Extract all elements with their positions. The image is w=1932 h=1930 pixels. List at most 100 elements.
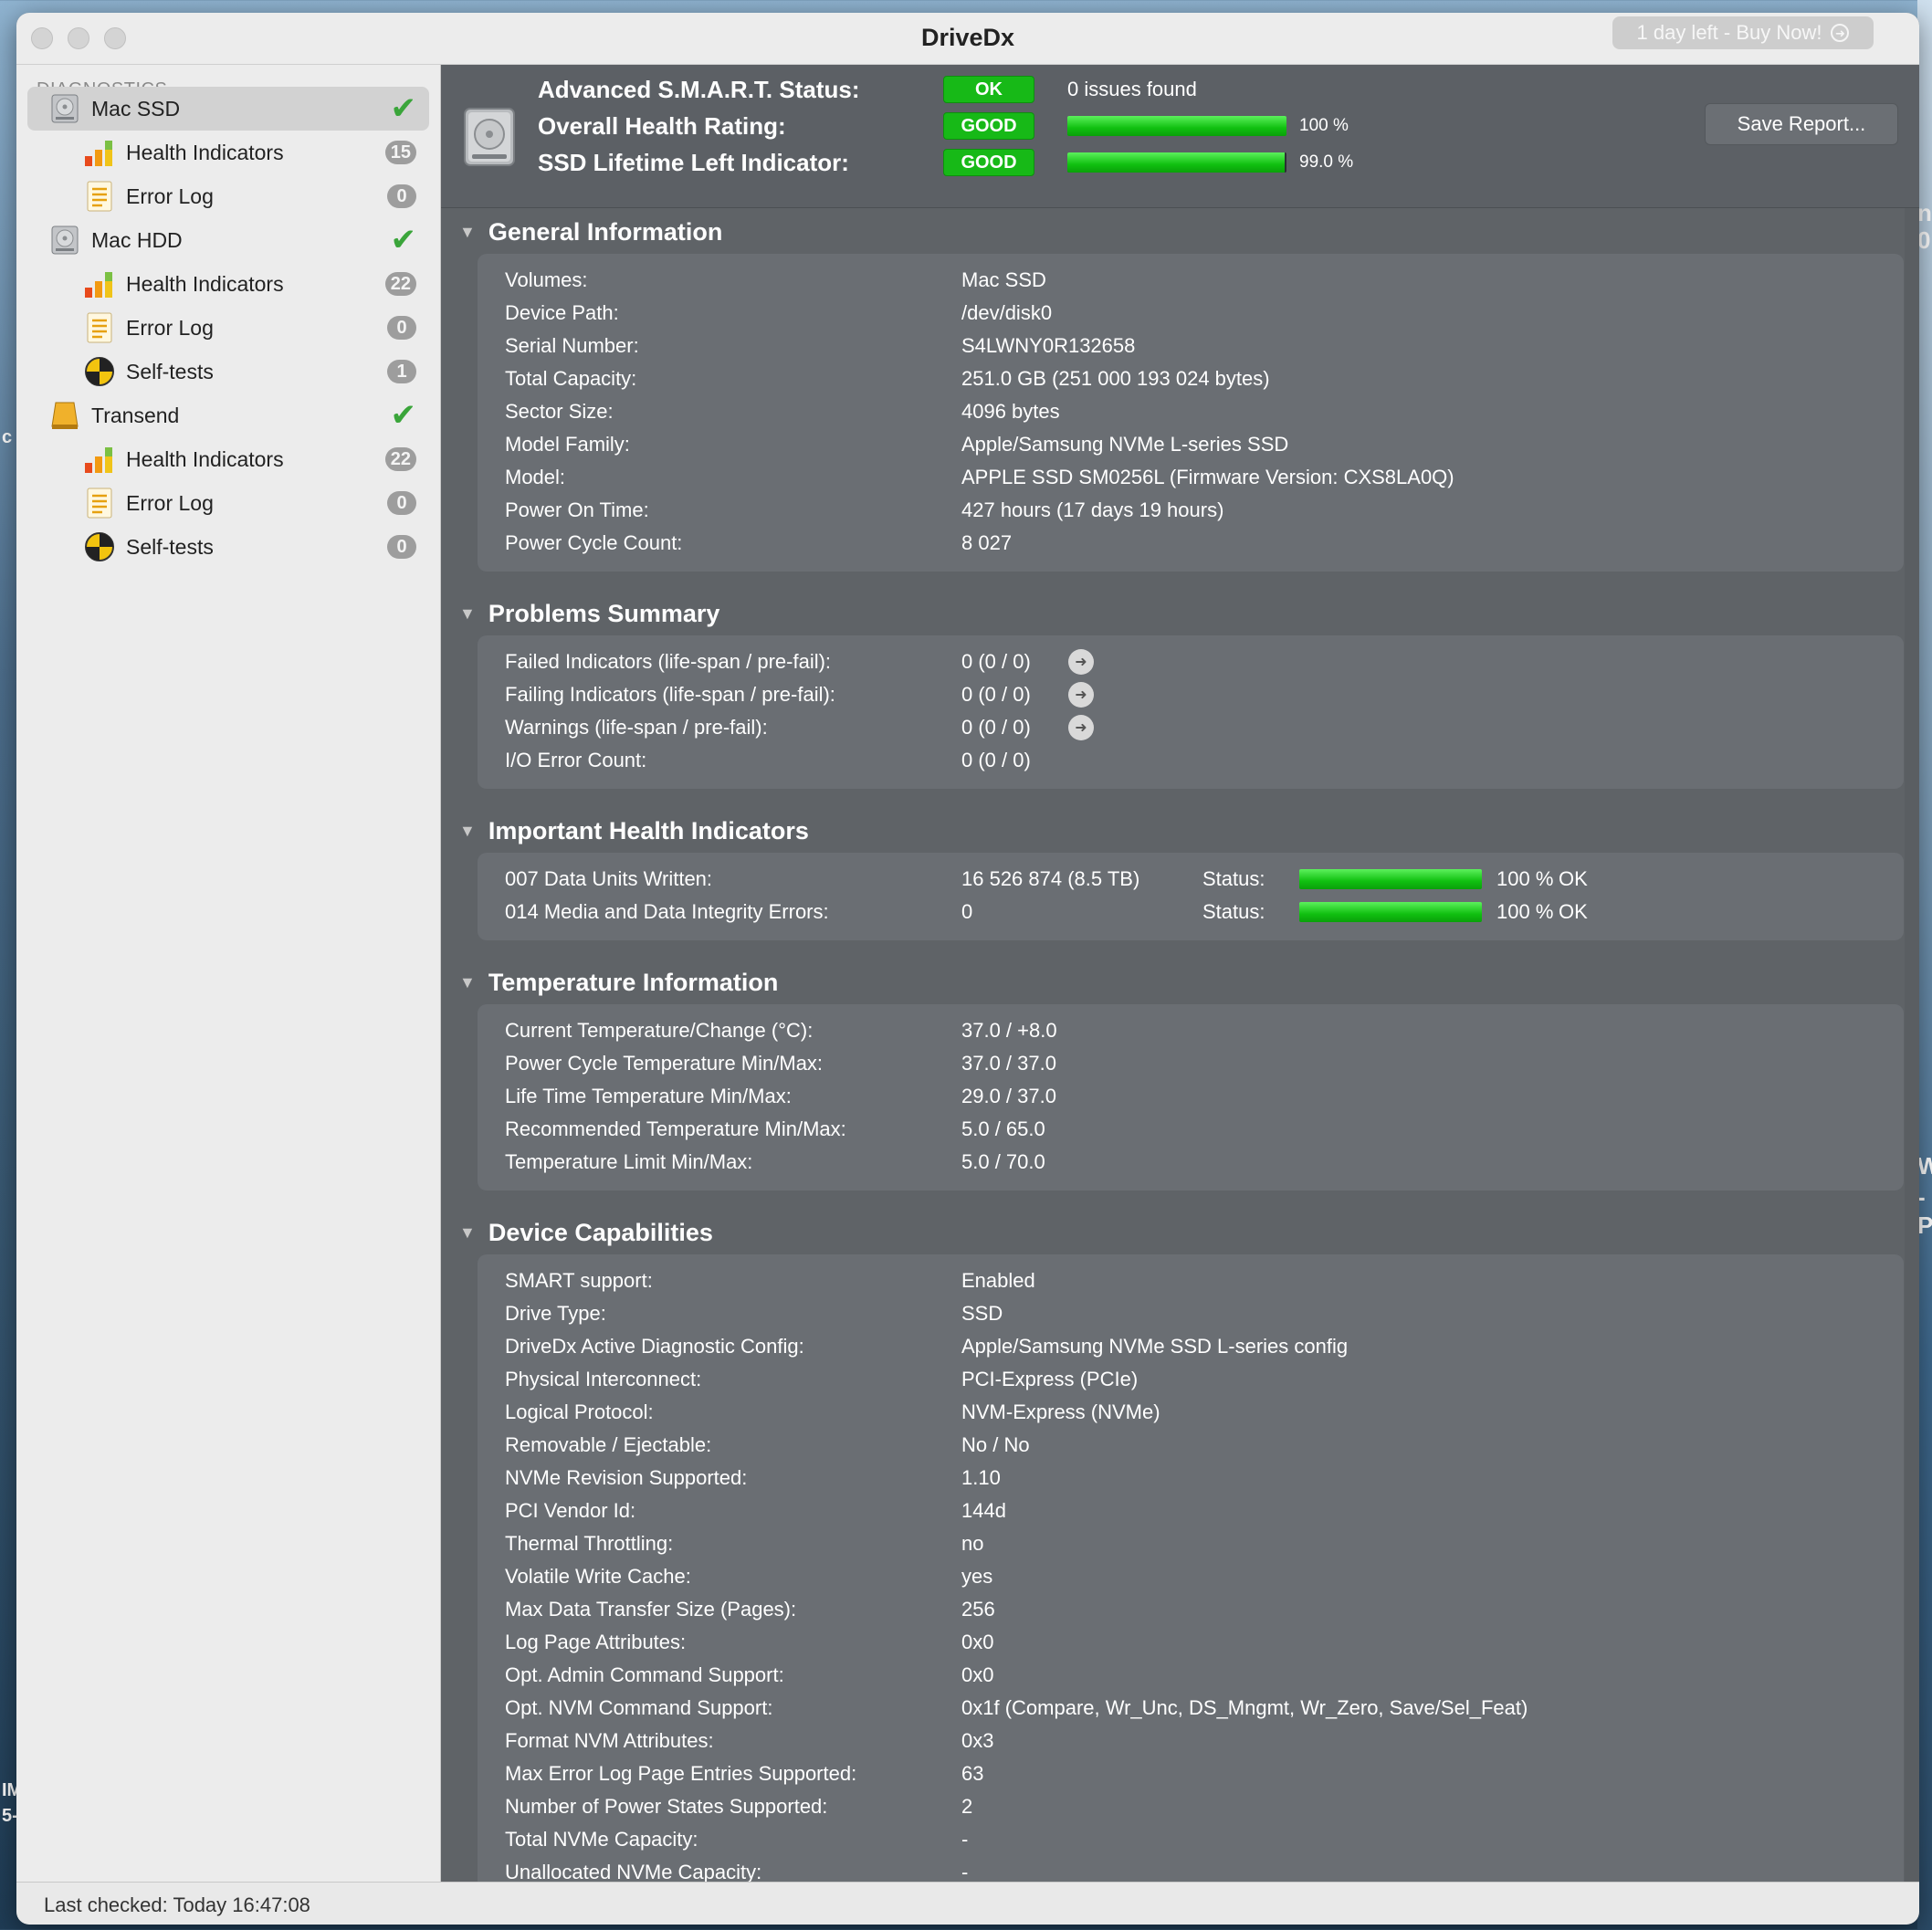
info-row: Total NVMe Capacity: -: [505, 1824, 1874, 1855]
hard-drive-icon: [49, 225, 80, 256]
info-label: Logical Protocol:: [505, 1400, 654, 1423]
sidebar-item-label: Mac SSD: [91, 96, 181, 121]
info-label: Temperature Limit Min/Max:: [505, 1150, 753, 1173]
desktop-text-fragment: c: [2, 427, 13, 447]
sidebar-item-health[interactable]: Health Indicators 22: [27, 437, 429, 481]
info-row: Unallocated NVMe Capacity: -: [505, 1857, 1874, 1882]
self-test-icon: [84, 356, 115, 387]
health-rating-badge: GOOD: [943, 112, 1034, 140]
info-value: 0: [961, 900, 973, 923]
vertical-scrollbar[interactable]: [1905, 208, 1919, 1882]
lifetime-left-row: SSD Lifetime Left Indicator: GOOD 99.0 %: [538, 145, 1451, 182]
info-row: Total Capacity: 251.0 GB (251 000 193 024…: [505, 363, 1874, 394]
save-report-button[interactable]: Save Report...: [1705, 103, 1898, 145]
info-value: 0 (0 / 0): [961, 749, 1031, 771]
arrow-right-circle-icon: ➜: [1831, 24, 1850, 42]
bar-fill: [1067, 116, 1286, 136]
info-value: 0x3: [961, 1729, 994, 1752]
info-value: 0x0: [961, 1631, 994, 1653]
sidebar-item-log[interactable]: Error Log 0: [27, 481, 429, 525]
info-row: Volumes: Mac SSD: [505, 265, 1874, 296]
disclosure-triangle-icon[interactable]: ▼: [459, 973, 476, 992]
section-header-temperature[interactable]: ▼ Temperature Information: [459, 964, 778, 1001]
info-row: Life Time Temperature Min/Max: 29.0 / 37.…: [505, 1081, 1874, 1112]
info-label: Unallocated NVMe Capacity:: [505, 1861, 762, 1882]
disclosure-triangle-icon[interactable]: ▼: [459, 223, 476, 242]
info-label: Life Time Temperature Min/Max:: [505, 1085, 792, 1107]
info-row: Current Temperature/Change (°C): 37.0 / +…: [505, 1015, 1874, 1046]
info-value: Apple/Samsung NVMe SSD L-series config: [961, 1335, 1349, 1358]
disclosure-triangle-icon[interactable]: ▼: [459, 1223, 476, 1243]
info-label: Drive Type:: [505, 1302, 606, 1325]
section-header-problems[interactable]: ▼ Problems Summary: [459, 595, 719, 632]
info-row: Device Path: /dev/disk0: [505, 298, 1874, 329]
health-rating-bar: [1067, 116, 1286, 136]
section-header-general[interactable]: ▼ General Information: [459, 214, 722, 250]
sidebar-item-health[interactable]: Health Indicators 15: [27, 131, 429, 174]
section-header-capabilities[interactable]: ▼ Device Capabilities: [459, 1214, 713, 1251]
section-panel: SMART support: Enabled Drive Type: SSD Drive…: [478, 1254, 1904, 1882]
sidebar-drive-mac-ssd[interactable]: Mac SSD ✔: [27, 87, 429, 131]
section-title: Temperature Information: [488, 968, 779, 996]
info-row: Opt. Admin Command Support: 0x0: [505, 1660, 1874, 1691]
info-value: /dev/disk0: [961, 301, 1053, 324]
info-value: 256: [961, 1598, 995, 1621]
info-label: DriveDx Active Diagnostic Config:: [505, 1335, 804, 1358]
sidebar-item-health[interactable]: Health Indicators 22: [27, 262, 429, 306]
info-value: -: [961, 1828, 969, 1851]
info-value: NVM-Express (NVMe): [961, 1400, 1160, 1423]
disclosure-triangle-icon[interactable]: ▼: [459, 604, 476, 624]
desktop-text-fragment: n: [1917, 199, 1932, 226]
info-value: no: [961, 1532, 984, 1555]
ssd-drive-icon: [463, 107, 516, 172]
sidebar-item-selftest[interactable]: Self-tests 0: [27, 525, 429, 569]
external-drive-icon: [49, 400, 80, 431]
sidebar-item-selftest[interactable]: Self-tests 1: [27, 350, 429, 393]
info-row: DriveDx Active Diagnostic Config: Apple/S…: [505, 1331, 1874, 1362]
document-lines-icon: [84, 181, 115, 212]
buy-now-label: 1 day left - Buy Now!: [1636, 21, 1822, 44]
disclosure-triangle-icon[interactable]: ▼: [459, 822, 476, 841]
status-bar: Last checked: Today 16:47:08: [16, 1882, 1919, 1925]
go-arrow-icon[interactable]: ➜: [1068, 715, 1094, 740]
info-row: Number of Power States Supported: 2: [505, 1791, 1874, 1822]
section-header-important[interactable]: ▼ Important Health Indicators: [459, 813, 809, 849]
go-arrow-icon[interactable]: ➜: [1068, 649, 1094, 675]
sidebar-drive-transend[interactable]: Transend ✔: [27, 393, 429, 437]
go-arrow-icon[interactable]: ➜: [1068, 682, 1094, 708]
sidebar-item-log[interactable]: Error Log 0: [27, 174, 429, 218]
info-value: 8 027: [961, 531, 1013, 554]
info-row: Physical Interconnect: PCI-Express (PCIe): [505, 1364, 1874, 1395]
info-label: Log Page Attributes:: [505, 1631, 687, 1653]
info-row: Serial Number: S4LWNY0R132658: [505, 330, 1874, 362]
info-value: 427 hours (17 days 19 hours): [961, 498, 1224, 521]
info-row: Removable / Ejectable: No / No: [505, 1430, 1874, 1461]
info-value: 37.0 / 37.0: [961, 1052, 1056, 1075]
info-row: Thermal Throttling: no: [505, 1528, 1874, 1559]
sidebar-drive-mac-hdd[interactable]: Mac HDD ✔: [27, 218, 429, 262]
info-label: Opt. Admin Command Support:: [505, 1663, 784, 1686]
self-test-icon: [84, 531, 115, 562]
info-row: Model: APPLE SSD SM0256L (Firmware Versio…: [505, 462, 1874, 493]
buy-now-button[interactable]: 1 day left - Buy Now! ➜: [1612, 16, 1874, 49]
info-value: 5.0 / 70.0: [961, 1150, 1045, 1173]
info-value: 144d: [961, 1499, 1006, 1522]
smart-status-row: Advanced S.M.A.R.T. Status: OK 0 issues …: [538, 72, 1451, 109]
sidebar-item-label: Error Log: [126, 490, 214, 515]
info-row: Failed Indicators (life-span / pre-fail)…: [505, 646, 1874, 677]
checkmark-icon: ✔: [390, 398, 417, 433]
sidebar-item-log[interactable]: Error Log 0: [27, 306, 429, 350]
sidebar-item-label: Transend: [91, 403, 180, 427]
checkmark-icon: ✔: [390, 91, 417, 126]
bar-fill: [1299, 869, 1482, 889]
indicator-percent: 100 %: [1496, 900, 1554, 923]
sidebar-item-label: Self-tests: [126, 534, 214, 559]
details-scroll-area[interactable]: ▼ General Information Volumes: Mac SSD Devic…: [441, 208, 1919, 1882]
count-badge: 22: [384, 272, 416, 296]
sidebar-item-label: Health Indicators: [126, 140, 284, 164]
info-label: Max Data Transfer Size (Pages):: [505, 1598, 797, 1621]
info-label: Serial Number:: [505, 334, 639, 357]
section-title: General Information: [488, 217, 723, 246]
info-row: I/O Error Count: 0 (0 / 0): [505, 745, 1874, 776]
info-value: 0x1f (Compare, Wr_Unc, DS_Mngmt, Wr_Zero…: [961, 1696, 1528, 1719]
